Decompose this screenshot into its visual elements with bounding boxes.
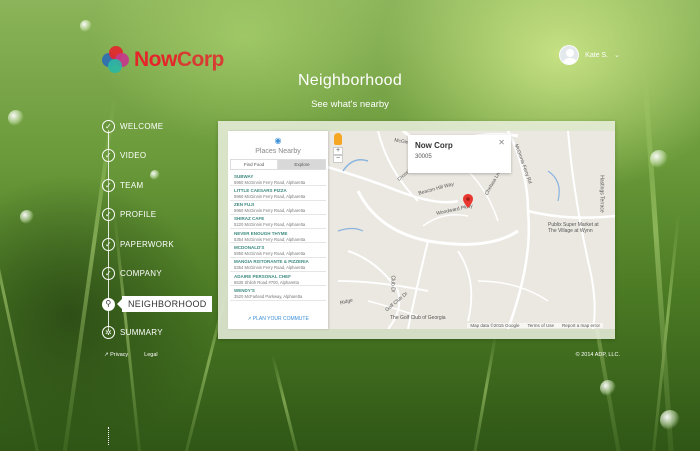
step-company[interactable]: ✓ COMPANY (102, 267, 162, 280)
page-title: Neighborhood (297, 72, 403, 89)
page-heading: Neighborhood See what's nearby (0, 72, 700, 110)
step-team[interactable]: ✓ TEAM (102, 179, 143, 192)
list-item[interactable]: ZEN FUJI 5960 McGinnis Ferry Road, Alphar… (230, 201, 326, 215)
logo-mark-icon (102, 46, 130, 74)
avatar (559, 45, 580, 65)
chevron-down-icon: ⌄ (614, 52, 620, 59)
gear-icon: ✲ (102, 326, 115, 339)
places-panel: ◉ Places Nearby Find Food Explore SUBWAY… (228, 131, 328, 329)
location-pin-icon: ⚲ (102, 297, 115, 311)
list-item[interactable]: SUBWAY 5960 McGinnis Ferry Road, Alpharet… (230, 172, 326, 187)
map-label-golf: The Golf Club of Georgia (390, 315, 446, 321)
map-attribution: Map data ©2015 Google Terms of Use Repor… (467, 323, 603, 328)
step-profile[interactable]: ✓ PROFILE (102, 208, 156, 221)
privacy-link[interactable]: ↗ Privacy (104, 352, 128, 358)
tab-find-food[interactable]: Find Food (230, 159, 278, 170)
step-welcome[interactable]: ✓ WELCOME (102, 120, 163, 133)
info-zip: 30005 (415, 154, 432, 160)
list-item[interactable]: ADAIRE PERSONAL CHEF 6535 Shiloh Road #70… (230, 272, 326, 287)
user-name: Kate S. (585, 51, 609, 59)
places-tabs: Find Food Explore (230, 159, 326, 170)
check-icon: ✓ (102, 238, 115, 251)
list-item[interactable]: MCDONALD'S 5950 McGinnis Ferry Road, Alph… (230, 243, 326, 258)
list-item[interactable]: SHIRAZ CAFE 5220 McGinnis Ferry Road, Alp… (230, 215, 326, 230)
map-marker-icon[interactable] (463, 194, 473, 208)
plan-commute-link[interactable]: ↗ PLAN YOUR COMMUTE (228, 316, 328, 322)
tab-explore[interactable]: Explore (278, 159, 326, 170)
user-menu[interactable]: Kate S. ⌄ (559, 45, 620, 65)
check-icon: ✓ (102, 267, 115, 280)
location-pin-icon: ◉ (274, 136, 282, 145)
page-subtitle: See what's nearby (311, 99, 389, 110)
logo-text: NowCorp (134, 48, 224, 71)
map-zoom-controls: + − (332, 133, 344, 163)
terms-link[interactable]: Terms of Use (527, 323, 554, 328)
step-neighborhood[interactable]: ⚲ NEIGHBORHOOD (102, 296, 212, 312)
zoom-in-button[interactable]: + (333, 147, 343, 155)
steps-upcoming-line (108, 427, 109, 445)
street-view-icon[interactable] (334, 133, 342, 145)
info-title: Now Corp (415, 141, 453, 150)
report-link[interactable]: Report a map error (562, 323, 600, 328)
zoom-out-button[interactable]: − (333, 155, 343, 163)
step-paperwork[interactable]: ✓ PAPERWORK (102, 238, 174, 251)
neighborhood-card: McGinnis Ferry Rd McGinnis Ferry Rd Beac… (218, 121, 615, 339)
copyright: © 2014 ADP, LLC. (575, 352, 620, 358)
map-label-publix: Publix Super Market at The Village at Wy… (548, 222, 599, 234)
places-title: Places Nearby (255, 148, 301, 155)
list-item[interactable]: MANGIA RISTORANTE & PIZZERIA 5354 McGinni… (230, 258, 326, 273)
close-icon[interactable]: ✕ (498, 138, 505, 147)
step-video[interactable]: ✓ VIDEO (102, 149, 146, 162)
list-item[interactable]: WENDY'S 3520 McFarland Parkway, Alpharett… (230, 286, 326, 301)
list-item[interactable]: NEVER ENOUGH THYME 5354 McGinnis Ferry Ro… (230, 229, 326, 244)
list-item[interactable]: LITTLE CAESARS PIZZA 5960 McGinnis Ferry … (230, 186, 326, 201)
nowcorp-logo[interactable]: NowCorp (102, 46, 224, 74)
places-list: SUBWAY 5960 McGinnis Ferry Road, Alpharet… (230, 172, 326, 301)
map-label: Hastings Terrace (598, 175, 605, 213)
footer-links: ↗ Privacy Legal (104, 352, 158, 358)
legal-link[interactable]: Legal (144, 352, 157, 358)
check-icon: ✓ (102, 179, 115, 192)
map-info-window: Now Corp 30005 ✕ (408, 135, 511, 173)
map-label: Club Dr (389, 275, 396, 293)
step-summary[interactable]: ✲ SUMMARY (102, 326, 163, 339)
check-icon: ✓ (102, 208, 115, 221)
check-icon: ✓ (102, 149, 115, 162)
check-icon: ✓ (102, 120, 115, 133)
